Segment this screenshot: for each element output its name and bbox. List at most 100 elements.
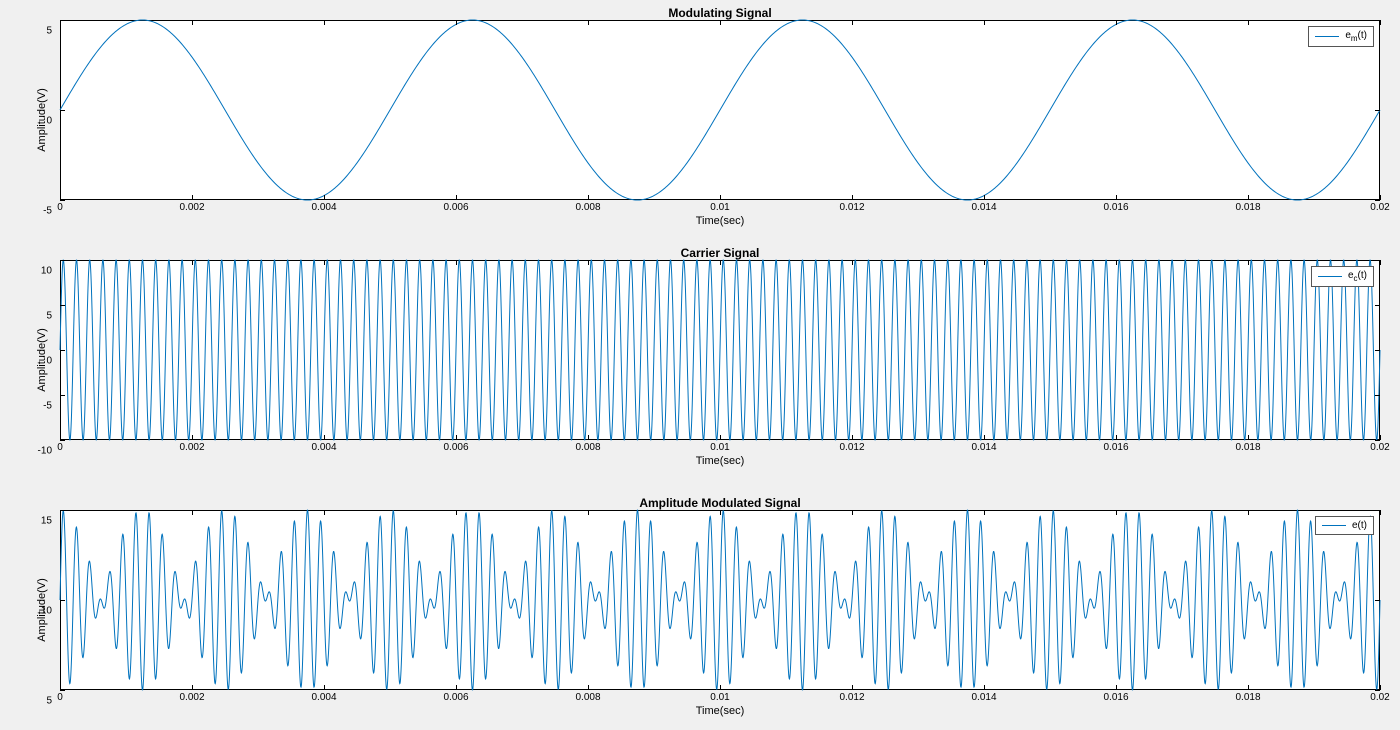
- x-tick-mark: [852, 20, 853, 25]
- x-tick-mark: [984, 20, 985, 25]
- legend-label: ec(t): [1348, 270, 1367, 283]
- x-tick-mark: [852, 510, 853, 515]
- x-tick-mark: [852, 435, 853, 440]
- legend[interactable]: ec(t): [1311, 266, 1374, 287]
- x-tick-mark: [1248, 685, 1249, 690]
- y-tick-mark: [60, 600, 65, 601]
- subplot-am: Amplitude Modulated Signal 00.0020.0040.…: [60, 510, 1380, 710]
- y-tick-mark: [60, 110, 65, 111]
- x-tick-mark: [456, 510, 457, 515]
- x-tick-mark: [456, 260, 457, 265]
- y-tick-label: 5: [46, 26, 52, 37]
- y-tick-mark: [1375, 110, 1380, 111]
- x-tick-mark: [588, 20, 589, 25]
- x-tick-mark: [720, 510, 721, 515]
- x-tick-mark: [588, 685, 589, 690]
- subplot-modulating: Modulating Signal 00.0020.0040.0060.0080…: [60, 20, 1380, 220]
- x-tick-mark: [852, 685, 853, 690]
- y-tick-mark: [60, 350, 65, 351]
- x-tick-mark: [456, 20, 457, 25]
- x-tick-mark: [984, 685, 985, 690]
- legend[interactable]: em(t): [1308, 26, 1374, 47]
- x-tick-mark: [1248, 195, 1249, 200]
- legend-color-swatch: [1318, 276, 1342, 277]
- y-axis-label: Amplitude(V): [36, 578, 48, 642]
- x-tick-mark: [984, 260, 985, 265]
- y-tick-label: -5: [43, 401, 52, 412]
- x-tick-mark: [588, 510, 589, 515]
- x-tick-mark: [324, 435, 325, 440]
- x-tick-mark: [1116, 195, 1117, 200]
- y-tick-mark: [1375, 395, 1380, 396]
- y-tick-label: 10: [41, 266, 52, 277]
- y-tick-mark: [1375, 305, 1380, 306]
- x-tick-mark: [192, 685, 193, 690]
- x-tick-mark: [1248, 435, 1249, 440]
- y-tick-label: 15: [41, 516, 52, 527]
- x-tick-mark: [720, 195, 721, 200]
- x-tick-mark: [1248, 260, 1249, 265]
- x-tick-mark: [1116, 260, 1117, 265]
- subplot-title: Carrier Signal: [60, 246, 1380, 260]
- x-tick-mark: [456, 435, 457, 440]
- x-tick-mark: [1380, 435, 1381, 440]
- x-tick-mark: [1380, 20, 1381, 25]
- y-tick-mark: [1375, 200, 1380, 201]
- y-tick-mark: [1375, 440, 1380, 441]
- x-tick-mark: [1248, 510, 1249, 515]
- x-tick-mark: [1380, 260, 1381, 265]
- figure: Modulating Signal 00.0020.0040.0060.0080…: [0, 0, 1400, 730]
- legend[interactable]: e(t): [1315, 516, 1374, 535]
- legend-label: e(t): [1352, 520, 1367, 531]
- y-tick-mark: [1375, 510, 1380, 511]
- y-tick-mark: [1375, 690, 1380, 691]
- y-tick-mark: [60, 20, 65, 21]
- legend-label: em(t): [1345, 30, 1367, 43]
- legend-color-swatch: [1322, 525, 1346, 526]
- x-tick-mark: [1116, 685, 1117, 690]
- y-tick-mark: [1375, 600, 1380, 601]
- x-tick-mark: [588, 260, 589, 265]
- subplot-title: Modulating Signal: [60, 6, 1380, 20]
- x-tick-mark: [852, 260, 853, 265]
- x-tick-mark: [1380, 685, 1381, 690]
- axes-box[interactable]: [60, 510, 1380, 690]
- y-tick-label: 5: [46, 311, 52, 322]
- y-tick-label: -5: [43, 206, 52, 217]
- x-tick-mark: [720, 20, 721, 25]
- y-tick-mark: [1375, 260, 1380, 261]
- x-tick-mark: [1116, 20, 1117, 25]
- y-tick-mark: [60, 260, 65, 261]
- x-tick-mark: [1248, 20, 1249, 25]
- y-axis-label: Amplitude(V): [36, 328, 48, 392]
- y-tick-label: 5: [46, 696, 52, 707]
- subplot-title: Amplitude Modulated Signal: [60, 496, 1380, 510]
- x-tick-mark: [456, 195, 457, 200]
- x-tick-mark: [324, 685, 325, 690]
- x-tick-mark: [192, 20, 193, 25]
- x-tick-mark: [720, 685, 721, 690]
- y-axis-label: Amplitude(V): [36, 88, 48, 152]
- y-tick-mark: [60, 440, 65, 441]
- legend-color-swatch: [1315, 36, 1339, 37]
- x-tick-mark: [324, 20, 325, 25]
- x-tick-mark: [456, 685, 457, 690]
- x-tick-mark: [324, 195, 325, 200]
- x-tick-mark: [984, 435, 985, 440]
- y-tick-mark: [1375, 20, 1380, 21]
- x-tick-mark: [192, 510, 193, 515]
- x-tick-mark: [720, 260, 721, 265]
- x-axis-label: Time(sec): [60, 455, 1380, 467]
- x-tick-mark: [852, 195, 853, 200]
- x-axis-label: Time(sec): [60, 215, 1380, 227]
- x-tick-mark: [720, 435, 721, 440]
- x-tick-mark: [588, 195, 589, 200]
- x-tick-mark: [192, 195, 193, 200]
- axes-box[interactable]: [60, 20, 1380, 200]
- x-tick-mark: [1116, 510, 1117, 515]
- x-tick-mark: [588, 435, 589, 440]
- axes-box[interactable]: [60, 260, 1380, 440]
- subplot-carrier: Carrier Signal 00.0020.0040.0060.0080.01…: [60, 260, 1380, 460]
- x-axis-label: Time(sec): [60, 705, 1380, 717]
- y-tick-mark: [60, 305, 65, 306]
